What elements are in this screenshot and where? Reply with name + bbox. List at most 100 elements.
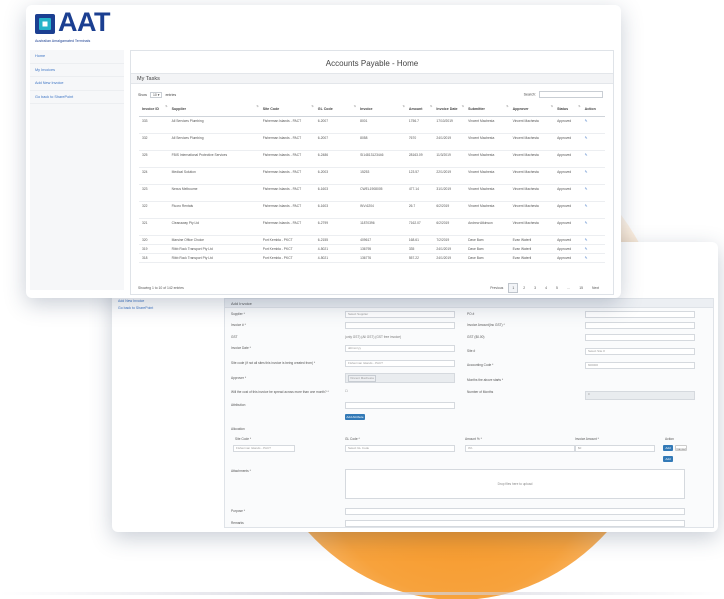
column-header[interactable]: Status ⇅ [554,102,582,117]
cell-status: Approved [554,218,582,236]
cell-action: ✎ [581,235,605,245]
cell-approver: Evan Waterli [509,244,555,254]
sidebar-item-my-invoices[interactable]: My Invoices [30,64,124,77]
purpose-label: Purpose * [231,509,245,513]
column-header[interactable]: Supplier ⇅ [168,102,260,117]
column-label: Approver [512,106,529,111]
purpose-input[interactable] [345,508,685,515]
back-sidebar-item-add-invoice[interactable]: Add New Invoice [118,298,208,305]
cell-supplier: Ribb Rock Transport Pty Ltd [168,244,260,254]
site-number-select[interactable]: Select Site # [585,348,695,355]
cell-amount: 168.61 [405,235,434,245]
pagination-item[interactable]: Next [588,283,603,293]
attribution-input[interactable] [345,402,455,409]
number-months-label: Number of Months [467,390,494,394]
cell-gl-code: 6-2003 [314,167,358,185]
spread-month-label: Will the cost of this invoice be spread … [231,390,329,394]
alloc-pct-input[interactable]: 0% [465,445,575,452]
column-header[interactable]: Submitter ⇅ [465,102,510,117]
add-attribute-button[interactable]: Add Attribute [345,414,365,420]
pagination-item[interactable]: Previous [486,283,507,293]
cell-invoice: 409617 [357,235,406,245]
column-header[interactable]: GL Code ⇅ [314,102,358,117]
gst-options[interactable]: (only GST) (All GST) (GST free invoice) [345,335,401,339]
remarks-label: Remarks [231,521,244,525]
site-number-label: Site # [467,349,476,353]
cell-site-code: Port Kembla - PKCT [259,235,315,245]
edit-icon[interactable]: ✎ [585,170,588,174]
sidebar-item-home[interactable]: Home [30,50,124,64]
edit-icon[interactable]: ✎ [585,204,588,208]
column-header[interactable]: Invoice ⇅ [357,102,406,117]
invoice-amount-input[interactable] [585,322,695,329]
pagination-item[interactable]: 4 [541,283,551,293]
cell-submitter: Dave Bam [465,235,510,245]
entries-per-page-select[interactable]: 10 ▾ [150,92,163,98]
pagination-item[interactable]: … [563,283,574,293]
alloc-gl-select[interactable]: Select GL Code [345,445,455,452]
alloc-cancel-button[interactable]: Cancel [675,445,687,451]
edit-icon[interactable]: ✎ [585,221,588,225]
pagination-item[interactable]: 3 [530,283,540,293]
cell-invoice-id: 321 [139,218,169,236]
table-row: 320 Marsine Office Choice Port Kembla - PK… [139,235,605,245]
search-input[interactable] [539,91,603,98]
alloc-site-select[interactable]: Fisherman Islands - PACT [233,445,295,452]
edit-icon[interactable]: ✎ [585,256,588,260]
column-header[interactable]: Action [581,102,605,117]
cell-amount: 26.7 [405,201,434,219]
edit-icon[interactable]: ✎ [585,238,588,242]
spread-month-checkbox[interactable]: ☐ [345,389,348,393]
sort-icon: ⇅ [165,104,168,108]
back-sidebar-item-sharepoint[interactable]: Go back to SharePoint [118,305,208,312]
cell-gl-code: 6-1603 [314,184,358,202]
gst-label: GST [231,335,238,339]
sidebar-item-sharepoint[interactable]: Go back to SharePoint [30,91,124,104]
sort-icon: ⇅ [550,104,554,108]
column-label: Amount [408,106,423,111]
gst-amount-input[interactable] [585,334,695,341]
column-header[interactable]: Site Code ⇅ [259,102,315,117]
column-header[interactable]: Invoice ID ⇅ [139,102,169,117]
pagination-item[interactable]: 5 [552,283,562,293]
site-code-select[interactable]: Fisherman Islands - PACT [345,360,455,367]
cell-status: Approved [554,201,582,219]
edit-icon[interactable]: ✎ [585,153,588,157]
cell-gl-code: 6-2007 [314,116,358,134]
column-header[interactable]: Amount ⇅ [405,102,434,117]
alloc-add-button[interactable]: Add [663,445,673,451]
edit-icon[interactable]: ✎ [585,247,588,251]
cell-status: Approved [554,150,582,168]
invoice-number-input[interactable] [345,322,455,329]
sidebar-item-add-invoice[interactable]: Add New Invoice [30,77,124,91]
alloc-amt-input[interactable]: $0 [575,445,655,452]
number-months-input[interactable]: 0 [585,391,695,400]
edit-icon[interactable]: ✎ [585,136,588,140]
cell-action: ✎ [581,133,605,151]
cell-gl-code: 6-2007 [314,133,358,151]
invoice-date-label: Invoice Date * [231,346,251,350]
table-row: 318 Ribb Rock Transport Pty Ltd Port Kembl… [139,253,605,263]
pagination-item[interactable]: 1 [508,283,519,293]
column-label: Status [557,106,569,111]
invoice-date-input[interactable]: dd/mm/yy [345,345,455,352]
pagination-item[interactable]: 15 [575,283,587,293]
accounting-code-select[interactable]: 600000 [585,362,695,369]
remarks-input[interactable] [345,520,685,527]
alloc-add-row-button[interactable]: Add [663,456,673,462]
approver-select[interactable]: Vincent Machesta [345,373,455,383]
main-panel: Accounts Payable - Home My Tasks Show 10… [130,50,614,295]
tasks-table-body: 333 All Services Plumbing Fisherman Island… [139,116,605,263]
column-header[interactable]: Invoice Date ⇅ [433,102,466,117]
po-number-input[interactable] [585,311,695,318]
cell-invoice-date: 7/2/2019 [433,235,466,245]
cell-gl-code: 4-5021 [314,253,358,263]
pagination-item[interactable]: 2 [519,283,529,293]
sort-icon: ⇅ [353,104,357,108]
column-header[interactable]: Approver ⇅ [509,102,555,117]
edit-icon[interactable]: ✎ [585,187,588,191]
edit-icon[interactable]: ✎ [585,119,588,123]
supplier-select[interactable]: Select Supplier [345,311,455,318]
cell-approver: Vincent Machesta [509,167,555,185]
attachments-dropzone[interactable]: Drop files here to upload [345,469,685,499]
